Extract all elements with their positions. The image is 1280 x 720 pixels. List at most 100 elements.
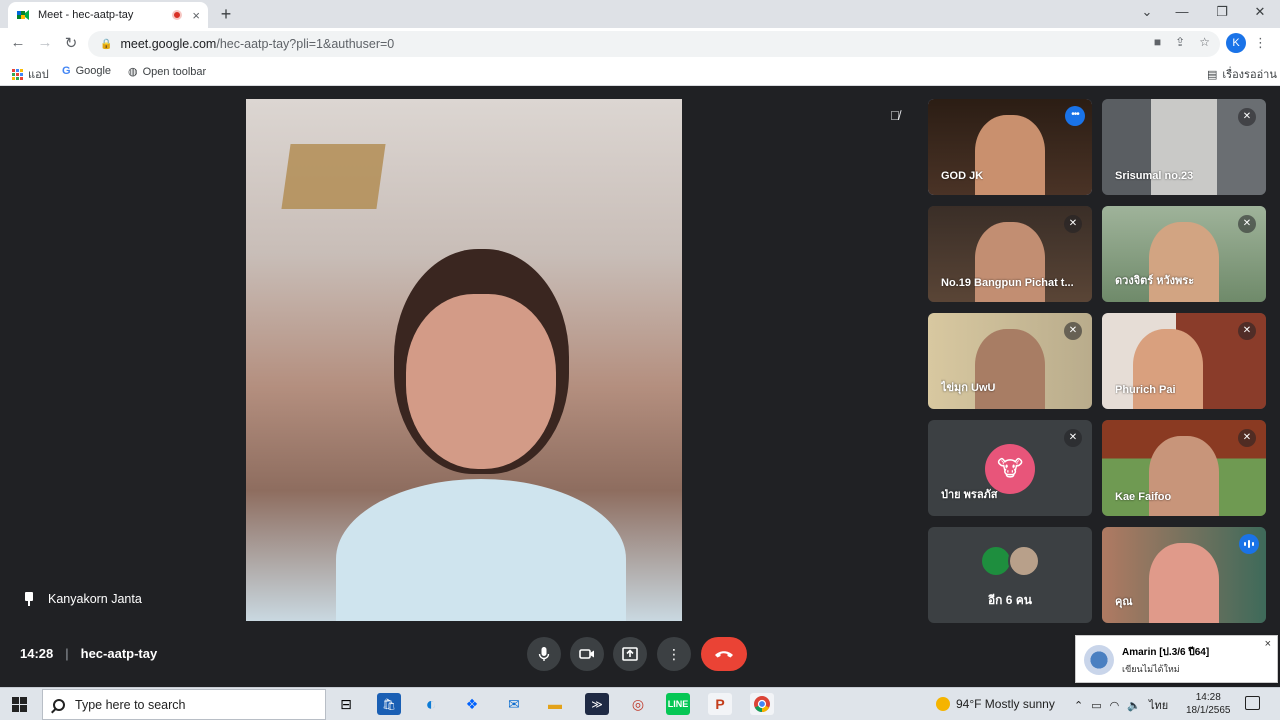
participant-name: No.19 Bangpun Pichat t... [941,277,1074,289]
chat-notification[interactable]: Amarin [ป.3/6 ปี64] เขียนไม่ได้ใหม่ × [1075,635,1278,683]
url-host: meet.google.com [120,37,217,51]
apps-grid-icon [12,68,23,80]
minimize-button[interactable]: — [1172,4,1192,19]
camera-button[interactable] [570,637,604,671]
participant-name: Kae Faifoo [1115,491,1172,503]
separator: | [65,646,69,661]
forward-button[interactable]: → [36,34,54,51]
notification-close-icon[interactable]: × [1265,638,1271,650]
participant-tile[interactable]: ✕ Kae Faifoo [1102,420,1266,516]
profile-avatar[interactable]: K [1226,33,1246,53]
bookmark-google[interactable]: G Google [62,65,111,77]
more-options-button[interactable]: ⋮ [657,637,691,671]
url-path: /hec-aatp-tay?pli=1&authuser=0 [216,37,395,51]
present-icon [622,647,638,661]
avatar [1008,545,1040,577]
mic-off-icon: ✕ [1238,429,1256,447]
address-bar: ← → ↻ 🔒 meet.google.com/hec-aatp-tay?pli… [0,28,1280,59]
participant-tile[interactable]: ••• GOD JK [928,99,1092,195]
participant-name: ดวงจิตร์ หวังพระ [1115,275,1195,287]
participant-video [1149,222,1219,302]
close-window-button[interactable]: ✕ [1250,4,1270,20]
google-g-icon: G [62,65,71,77]
chrome-icon[interactable] [750,693,774,715]
speaking-indicator-icon [1239,534,1259,554]
url-text: meet.google.com/hec-aatp-tay?pli=1&authu… [120,37,394,51]
dropbox-icon[interactable]: ❖ [460,693,484,715]
app-icon[interactable]: ◎ [626,693,650,715]
mic-off-icon: ✕ [1064,215,1082,233]
participant-name: คุณ [1115,596,1133,608]
tab-search-icon[interactable]: ⌄ [1137,4,1157,20]
chrome-logo-icon [754,696,770,712]
leave-call-button[interactable] [701,637,747,671]
task-view-icon[interactable]: ⊟ [334,693,358,715]
mic-off-icon: ✕ [1238,215,1256,233]
battery-icon[interactable]: ▭ [1091,699,1101,712]
edge-icon[interactable]: ◐ [419,693,443,715]
windows-start-icon[interactable] [12,697,27,712]
meeting-time: 14:28 [20,646,54,661]
participant-name: Phurich Pai [1115,384,1176,396]
reading-list-button[interactable]: ▤ เรื่องรออ่าน [1207,65,1277,83]
more-participants-tile[interactable]: อีก 6 คน [928,527,1092,623]
file-explorer-icon[interactable]: ▬ [543,693,567,715]
mail-icon[interactable]: ✉ [502,693,526,715]
reload-button[interactable]: ↻ [62,34,80,52]
input-language[interactable]: ไทย [1149,696,1168,714]
mic-off-icon: ✕ [1064,322,1082,340]
weather-widget[interactable]: 94°F Mostly sunny [936,697,1055,711]
taskbar-search-input[interactable]: Type here to search [42,689,326,720]
self-tile[interactable]: คุณ [1102,527,1266,623]
tab-meet[interactable]: Meet - hec-aatp-tay × [8,2,208,28]
browser-menu-icon[interactable]: ⋮ [1254,35,1267,51]
participant-name: Srisumal no.23 [1115,170,1194,182]
participant-video [1132,329,1203,409]
camera-in-use-icon[interactable]: ■ [1154,35,1161,49]
bookmark-open-toolbar[interactable]: ◍ Open toolbar [128,65,207,79]
participant-tile[interactable]: ✕ ไข่มุก UwU [928,313,1092,409]
participant-tile[interactable]: ✕ Phurich Pai [1102,313,1266,409]
mic-off-icon: 🎙̸ [890,108,900,123]
line-icon[interactable]: LINE [666,693,690,715]
participant-tile[interactable]: ✕ No.19 Bangpun Pichat t... [928,206,1092,302]
notification-title: Amarin [ป.3/6 ปี64] [1122,647,1210,658]
tab-close-icon[interactable]: × [192,8,200,23]
more-options-icon[interactable]: ••• [1065,106,1085,126]
bookmark-star-icon[interactable]: ☆ [1199,35,1210,49]
bookmark-label: Open toolbar [142,65,207,78]
wifi-icon[interactable]: ◠ [1110,699,1120,712]
back-button[interactable]: ← [9,34,27,51]
url-input[interactable]: 🔒 meet.google.com/hec-aatp-tay?pli=1&aut… [88,31,1220,57]
globe-icon: ◍ [128,66,138,78]
app-icon[interactable]: ≫ [585,693,609,715]
lock-icon: 🔒 [100,38,113,50]
present-screen-button[interactable] [613,637,647,671]
powerpoint-icon[interactable]: P [708,693,732,715]
tab-title: Meet - hec-aatp-tay [38,9,134,21]
participant-tile[interactable]: ✕ Srisumal no.23 [1102,99,1266,195]
omnibox-actions: ■ ⇪ ☆ [1154,35,1210,49]
microphone-button[interactable] [527,637,561,671]
participant-name: ไข่มุก UwU [941,382,996,394]
volume-icon[interactable]: 🔈 [1127,699,1141,712]
meeting-code[interactable]: hec-aatp-tay [81,646,158,661]
pinned-video[interactable] [246,99,682,621]
pinned-participant-name: Kanyakorn Janta [48,592,142,606]
participant-video [975,329,1045,409]
chevron-up-icon[interactable]: ⌃ [1074,699,1083,712]
participant-video [975,222,1045,302]
bookmark-apps[interactable]: แอป [12,65,49,83]
maximize-button[interactable]: ❐ [1212,4,1232,20]
participant-video [975,115,1045,195]
participant-tile[interactable]: 🐮 ✕ ป่าย พรลภัส [928,420,1092,516]
action-center-icon[interactable] [1245,696,1260,710]
participant-tile[interactable]: ✕ ดวงจิตร์ หวังพระ [1102,206,1266,302]
pin-icon[interactable] [24,592,34,606]
share-icon[interactable]: ⇪ [1175,35,1185,49]
system-clock[interactable]: 14:28 18/1/2565 [1186,691,1231,717]
clock-date: 18/1/2565 [1186,705,1231,716]
new-tab-button[interactable]: + [216,4,236,25]
store-icon[interactable]: 🛍 [377,693,401,715]
meeting-info: 14:28 | hec-aatp-tay [20,646,157,661]
